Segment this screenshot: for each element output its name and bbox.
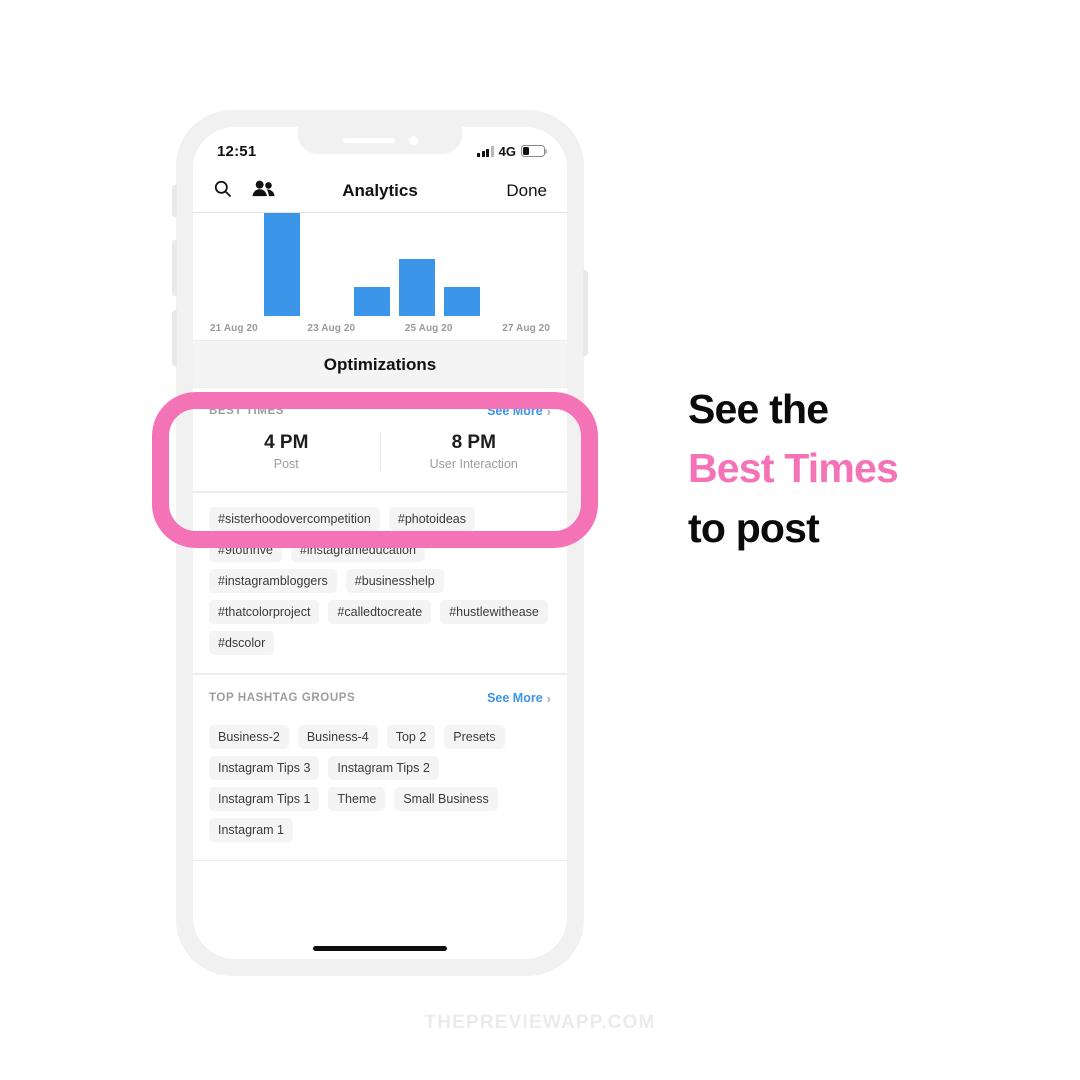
- chip[interactable]: #calledtocreate: [328, 600, 432, 624]
- chip[interactable]: Instagram Tips 2: [328, 756, 439, 780]
- done-button[interactable]: Done: [506, 181, 547, 201]
- chip[interactable]: #instagrameducation: [290, 538, 425, 562]
- network-type-label: 4G: [498, 143, 516, 159]
- chip[interactable]: #hustlewithease: [440, 600, 548, 624]
- chart-plot-area: [207, 213, 553, 316]
- notch: [298, 127, 462, 154]
- chart-x-axis: 21 Aug 20 23 Aug 20 25 Aug 20 27 Aug 20: [207, 316, 553, 334]
- chip[interactable]: Small Business: [394, 787, 498, 811]
- chip[interactable]: Instagram 1: [209, 818, 294, 842]
- best-time-interaction-label: User Interaction: [429, 457, 518, 471]
- top-hashtag-groups-label: TOP HASHTAG GROUPS: [209, 692, 356, 704]
- chevron-right-icon: ›: [546, 690, 551, 706]
- x-tick-label: 21 Aug 20: [210, 323, 258, 334]
- caption-line-1: See the: [688, 386, 829, 432]
- people-icon[interactable]: [252, 179, 275, 203]
- chevron-right-icon: ›: [546, 403, 551, 419]
- volume-up-button[interactable]: [172, 240, 177, 296]
- chip[interactable]: Business-2: [209, 725, 289, 749]
- chart-bar: [444, 287, 481, 316]
- caption-text: See the Best Times to post: [688, 380, 1038, 558]
- best-time-post-label: Post: [273, 457, 299, 471]
- chip[interactable]: #thatcolorproject: [209, 600, 320, 624]
- chip[interactable]: #dscolor: [209, 631, 275, 655]
- watermark: THEPREVIEWAPP.COM: [424, 1012, 656, 1033]
- phone-screen: 12:51 4G Analytics Done 21 Aug 20 23 Aug…: [193, 127, 567, 959]
- chip[interactable]: Presets: [444, 725, 505, 749]
- caption-line-3: to post: [688, 504, 820, 551]
- see-more-label: See More: [487, 404, 543, 418]
- top-hashtags-card: #sisterhoodovercompetition #photoideas #9t…: [193, 492, 567, 674]
- best-times-card: BEST TIMES See More › 4 PM Post 8 PM Use…: [193, 387, 567, 492]
- see-more-label: See More: [487, 691, 543, 705]
- volume-down-button[interactable]: [172, 310, 177, 366]
- navigation-bar: Analytics Done: [193, 169, 567, 213]
- chip[interactable]: #sisterhoodovercompetition: [209, 507, 380, 531]
- top-hashtag-groups-card: TOP HASHTAG GROUPS See More › Business-2…: [193, 674, 567, 861]
- caption-line-2: Best Times: [688, 445, 899, 492]
- best-times-header: BEST TIMES See More ›: [193, 388, 567, 424]
- best-time-post: 4 PM Post: [193, 432, 380, 471]
- chip[interactable]: #instagrambloggers: [209, 569, 337, 593]
- hashtag-groups-see-more-button[interactable]: See More ›: [487, 691, 551, 705]
- signal-bars-icon: [477, 145, 494, 157]
- chip[interactable]: Theme: [328, 787, 386, 811]
- best-times-see-more-button[interactable]: See More ›: [487, 404, 551, 418]
- status-indicators: 4G: [477, 143, 548, 159]
- x-tick-label: 25 Aug 20: [404, 323, 453, 334]
- best-times-label: BEST TIMES: [209, 405, 285, 417]
- x-tick-label: 27 Aug 20: [502, 323, 550, 334]
- home-indicator[interactable]: [313, 946, 447, 951]
- top-hashtag-groups-header: TOP HASHTAG GROUPS See More ›: [193, 675, 567, 711]
- chip[interactable]: Business-4: [297, 725, 378, 749]
- phone-frame: 12:51 4G Analytics Done 21 Aug 20 23 Aug…: [172, 110, 588, 976]
- front-camera-icon: [408, 136, 418, 145]
- search-icon[interactable]: [213, 179, 232, 203]
- best-time-interaction-value: 8 PM: [451, 432, 496, 453]
- section-heading-optimizations: Optimizations: [193, 341, 567, 387]
- battery-icon: [521, 145, 548, 157]
- activity-bar-chart: 21 Aug 20 23 Aug 20 25 Aug 20 27 Aug 20: [193, 213, 567, 341]
- status-time: 12:51: [217, 142, 257, 160]
- scroll-content[interactable]: 21 Aug 20 23 Aug 20 25 Aug 20 27 Aug 20 …: [193, 213, 567, 959]
- power-button[interactable]: [583, 270, 588, 356]
- hashtag-group-chip-list: Business-2 Business-4 Top 2 Presets Instagra…: [193, 711, 567, 860]
- silent-switch-button[interactable]: [172, 185, 177, 217]
- best-time-post-value: 4 PM: [264, 432, 309, 453]
- x-tick-label: 23 Aug 20: [307, 323, 356, 334]
- best-time-interaction: 8 PM User Interaction: [379, 432, 568, 471]
- chip[interactable]: #businesshelp: [345, 569, 444, 593]
- earpiece-speaker-icon: [342, 138, 395, 143]
- chart-bar: [354, 287, 391, 316]
- chart-bar: [399, 259, 436, 316]
- chip[interactable]: #photoideas: [388, 507, 475, 531]
- chart-bar: [264, 213, 301, 316]
- best-times-body: 4 PM Post 8 PM User Interaction: [193, 424, 567, 491]
- chip[interactable]: #9tothrive: [209, 538, 282, 562]
- hashtag-chip-list: #sisterhoodovercompetition #photoideas #9t…: [193, 493, 567, 673]
- chip[interactable]: Instagram Tips 1: [209, 787, 320, 811]
- chip[interactable]: Top 2: [386, 725, 436, 749]
- chip[interactable]: Instagram Tips 3: [209, 756, 320, 780]
